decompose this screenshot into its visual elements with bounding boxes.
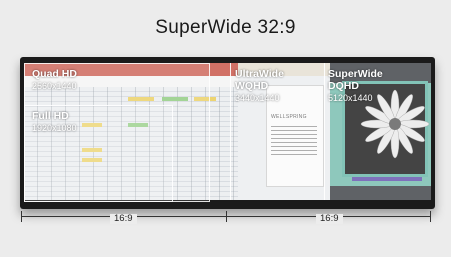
page-title: SuperWide 32:9 (155, 17, 296, 38)
label-wqhd: WQHD (235, 80, 269, 92)
label-superwide: SuperWide (328, 68, 383, 80)
resolution-full-hd: 1920x1080 (32, 123, 77, 133)
resolution-quad-hd: 2560x1440 (32, 81, 77, 91)
measure-tick-left (21, 211, 22, 222)
ratio-right: 16:9 (316, 214, 343, 224)
ratio-left: 16:9 (110, 214, 137, 224)
resolution-dqhd: 5120x1440 (328, 93, 373, 103)
label-ultrawide: UltraWide (235, 68, 284, 80)
label-quad-hd: Quad HD (32, 68, 77, 80)
measure-tick-center (226, 211, 227, 222)
resolution-wqhd: 3440x1440 (235, 93, 280, 103)
label-full-hd: Full HD (32, 110, 69, 122)
label-dqhd: DQHD (328, 80, 359, 92)
measure-tick-right (430, 211, 431, 222)
